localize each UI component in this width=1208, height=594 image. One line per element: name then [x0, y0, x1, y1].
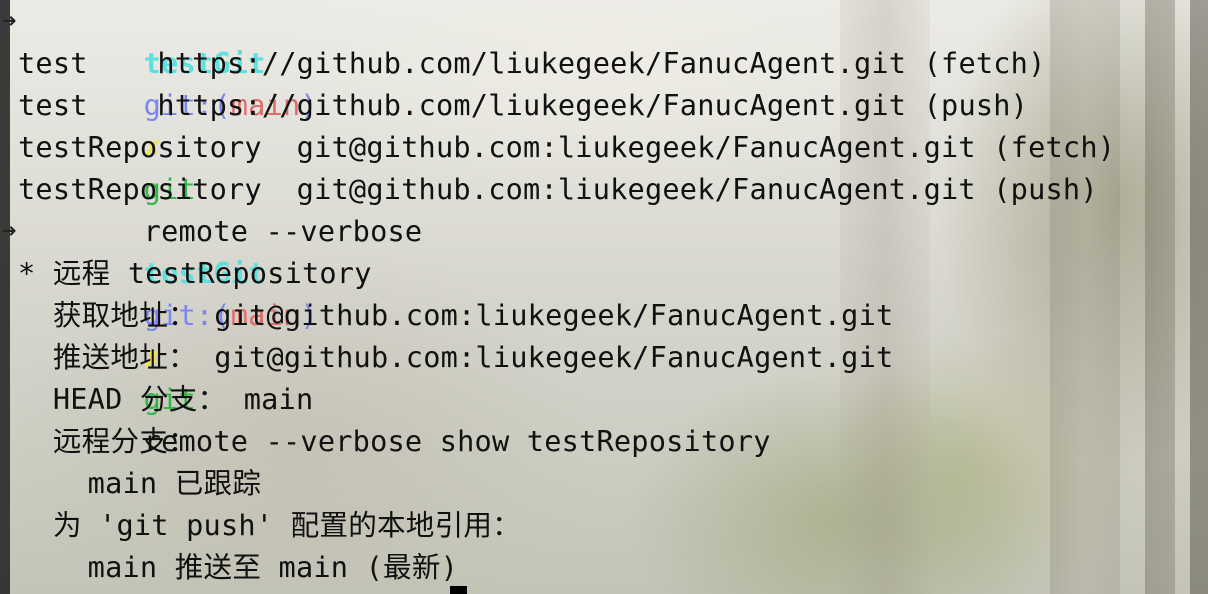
prompt-arrow-icon: ➜: [2, 217, 17, 245]
output-line: 获取地址： git@github.com:liukegeek/FanucAgen…: [18, 298, 894, 332]
remote-list-row: testRepository git@github.com:liukegeek/…: [18, 130, 1116, 164]
prompt-arrow-icon: ➜: [2, 7, 17, 35]
output-line: main 已跟踪: [18, 466, 262, 500]
remote-list-row: test https://github.com/liukegeek/FanucA…: [18, 88, 1029, 122]
output-line: 远程分支：: [18, 424, 197, 458]
command-args: remote --verbose show testRepository: [143, 424, 771, 458]
remote-list-row: test https://github.com/liukegeek/FanucA…: [18, 46, 1046, 80]
output-line: 为 'git push' 配置的本地引用：: [18, 508, 521, 542]
output-line: main 推送至 main (最新): [18, 550, 459, 584]
output-line: * 远程 testRepository: [18, 256, 372, 290]
remote-list-row: testRepository git@github.com:liukegeek/…: [18, 172, 1098, 206]
terminal-window[interactable]: ➜ testGit git:(main) ✗ git remote --verb…: [0, 0, 1208, 594]
output-line: HEAD 分支： main: [18, 382, 314, 416]
output-line: 推送地址： git@github.com:liukegeek/FanucAgen…: [18, 340, 894, 374]
prompt-line: testGit git:(main) ✗ git remote --verbos…: [74, 0, 422, 248]
text-cursor: [450, 586, 467, 594]
prompt-line: testGit git:(main) ✗ git remote --verbos…: [74, 210, 771, 458]
